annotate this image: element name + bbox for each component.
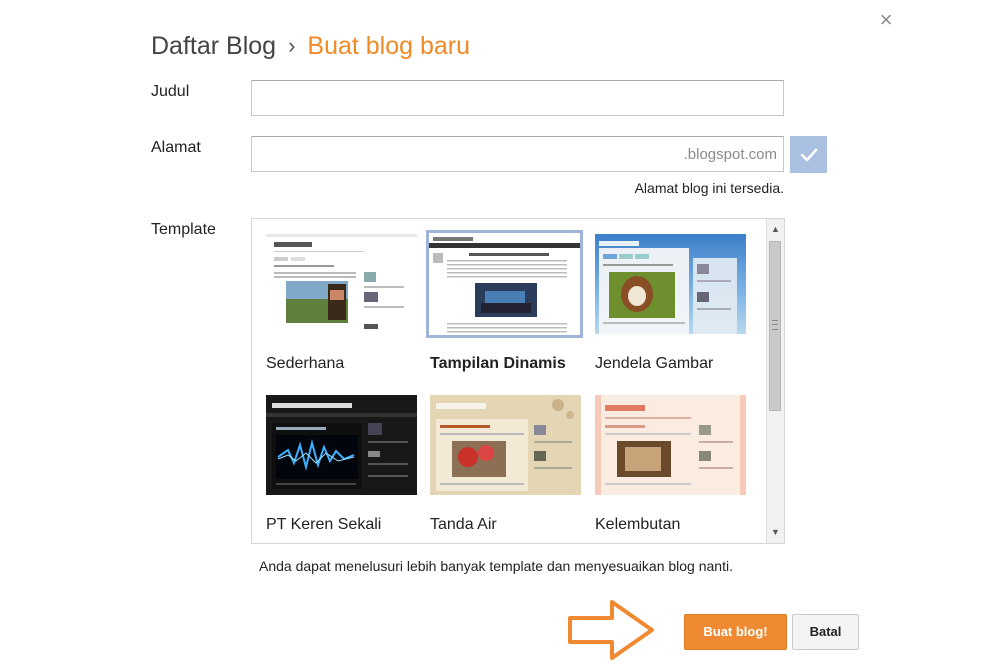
page-title: Buat blog baru: [307, 32, 471, 60]
scrollbar-thumb[interactable]: [769, 241, 781, 411]
template-name[interactable]: Tanda Air: [430, 516, 497, 534]
breadcrumb-separator: ›: [288, 33, 296, 58]
address-status: Alamat blog ini tersedia.: [634, 180, 784, 196]
scroll-up-arrow-icon[interactable]: ▲: [767, 221, 784, 238]
create-blog-button[interactable]: Buat blog!: [684, 614, 787, 650]
template-hint: Anda dapat menelusuri lebih banyak templ…: [259, 558, 733, 574]
template-thumbnail-pt-keren-sekali: [266, 395, 417, 495]
address-label: Alamat: [151, 139, 201, 156]
scrollbar-grip-icon: [772, 320, 778, 330]
template-thumbnail-kelembutan: [595, 395, 746, 495]
breadcrumb: Daftar Blog › Buat blog baru: [151, 30, 470, 63]
close-icon[interactable]: ×: [876, 8, 896, 32]
title-label: Judul: [151, 83, 190, 100]
orange-arrow-icon: [568, 600, 654, 660]
address-suffix: .blogspot.com: [683, 146, 777, 163]
template-thumbnail-tampilan-dinamis: [426, 230, 583, 338]
scroll-down-arrow-icon[interactable]: ▼: [767, 524, 784, 541]
template-thumbnail-tanda-air: [430, 395, 581, 495]
cancel-button[interactable]: Batal: [792, 614, 859, 650]
address-input[interactable]: .blogspot.com: [251, 136, 784, 172]
template-name[interactable]: Jendela Gambar: [595, 355, 713, 373]
template-name[interactable]: PT Keren Sekali: [266, 516, 381, 534]
template-name[interactable]: Kelembutan: [595, 516, 680, 534]
template-scrollbar[interactable]: ▲ ▼: [766, 219, 784, 543]
template-thumbnail-jendela-gambar: [595, 234, 746, 334]
template-label: Template: [151, 221, 216, 238]
template-name[interactable]: Tampilan Dinamis: [430, 355, 566, 373]
title-input[interactable]: [251, 80, 784, 116]
template-name[interactable]: Sederhana: [266, 355, 344, 373]
breadcrumb-parent[interactable]: Daftar Blog: [151, 32, 276, 60]
check-availability-button[interactable]: [790, 136, 827, 173]
template-thumbnail-sederhana: [266, 234, 417, 334]
checkmark-icon: [800, 148, 817, 161]
template-gallery[interactable]: Sederhana Tampilan Dinamis Jendela Gamba…: [251, 218, 785, 544]
